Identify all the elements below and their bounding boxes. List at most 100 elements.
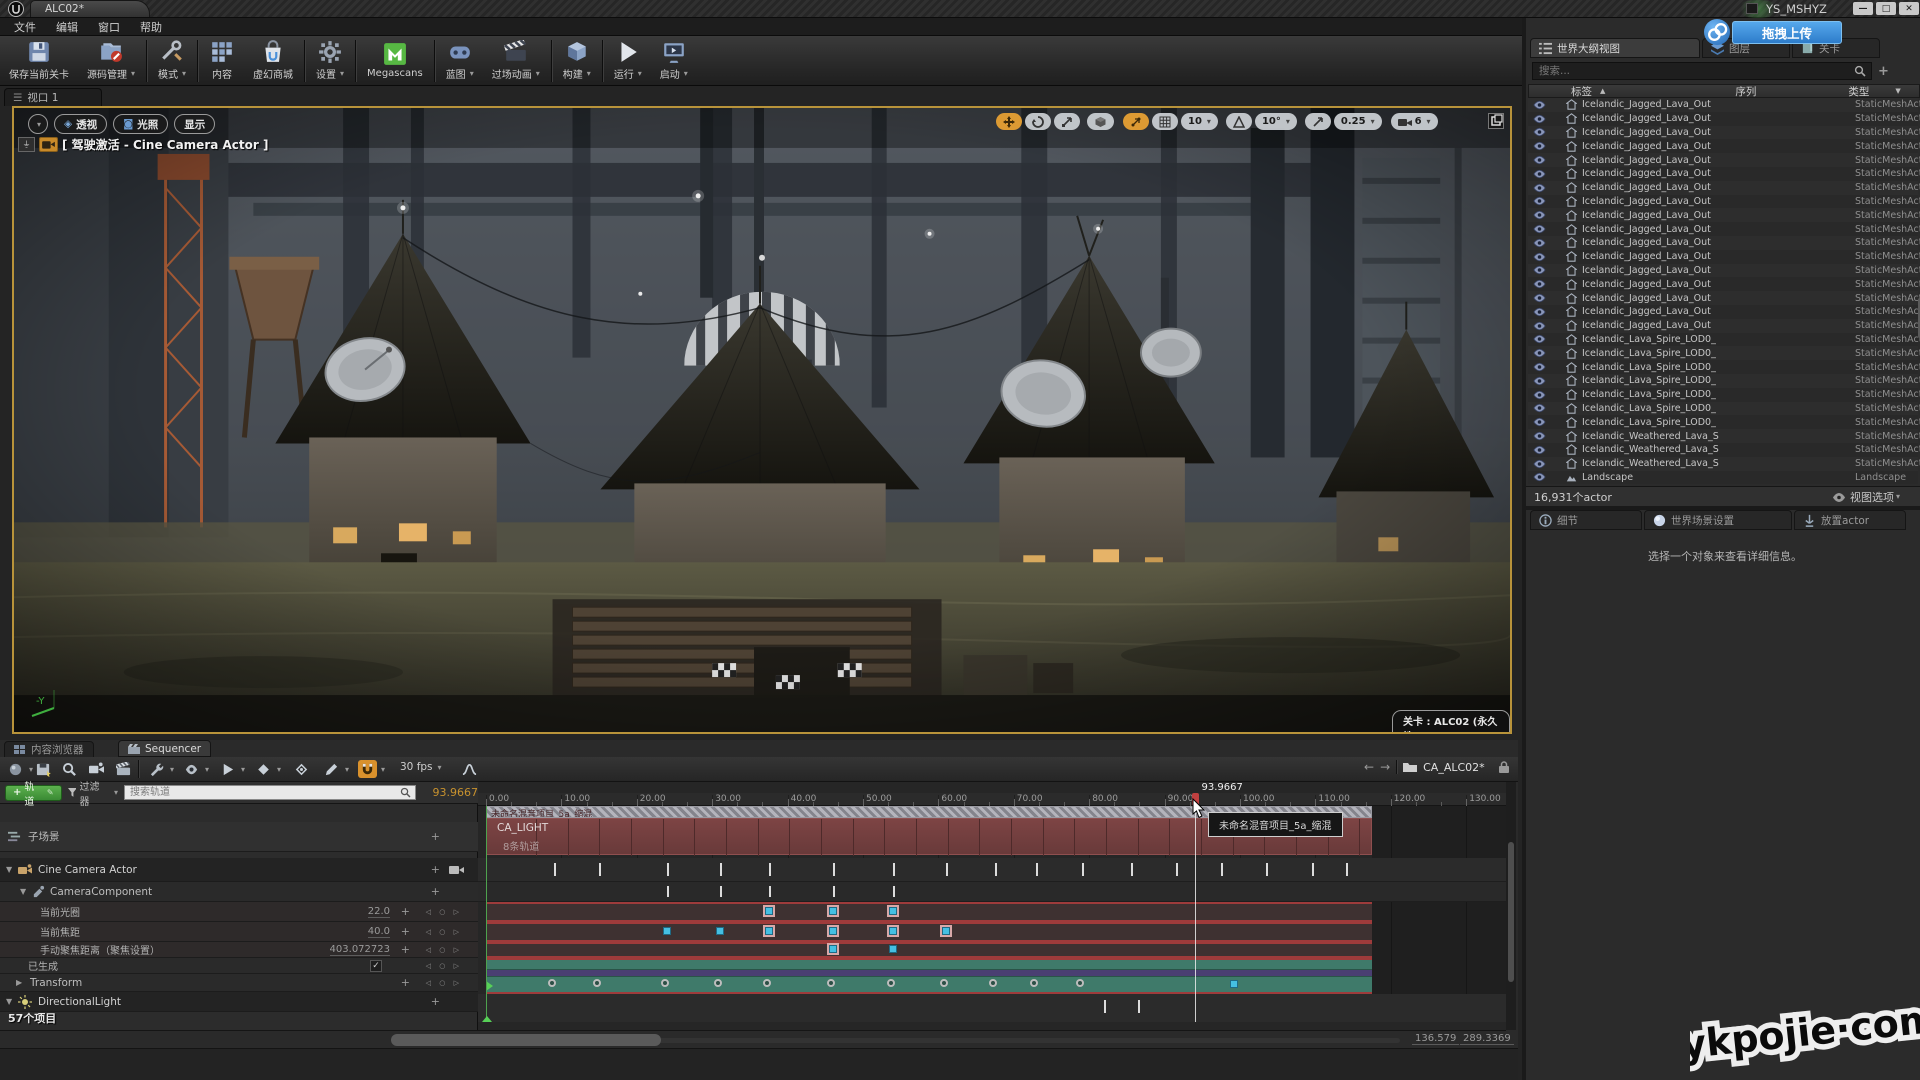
grid-icon[interactable] bbox=[1152, 113, 1178, 130]
keyframe-tick[interactable] bbox=[769, 863, 771, 876]
playhead-line[interactable] bbox=[1195, 795, 1196, 1022]
track-actor-row[interactable]: ▼Cine Camera Actor+ bbox=[0, 858, 478, 882]
outliner-row[interactable]: Icelandic_Jagged_Lava_OutStaticMeshActor bbox=[1528, 319, 1918, 333]
menu-1[interactable]: 编辑 bbox=[46, 18, 88, 36]
add-key-icon[interactable]: + bbox=[401, 925, 410, 938]
track-component-row[interactable]: ▼CameraComponent+ bbox=[0, 882, 478, 902]
transform-keyframe[interactable] bbox=[593, 979, 601, 987]
add-section-icon[interactable]: + bbox=[431, 830, 440, 843]
add-key-icon[interactable]: + bbox=[401, 976, 410, 989]
transform-keyframe[interactable] bbox=[548, 979, 556, 987]
fps-rate-button[interactable]: 30 fps▾ bbox=[400, 761, 442, 773]
spawned-track-row[interactable] bbox=[486, 958, 1372, 970]
create-camera-button[interactable] bbox=[87, 760, 106, 778]
viewport[interactable]: ▾ ◈ 透视 ◙ 光照 显示 ⏚ [ 驾驶激活 - Cine Camera Ac… bbox=[12, 106, 1512, 734]
visibility-eye-icon[interactable] bbox=[1533, 307, 1546, 317]
outliner-search-input[interactable] bbox=[1532, 62, 1872, 80]
outliner-row[interactable]: Icelandic_Jagged_Lava_OutStaticMeshActor bbox=[1528, 208, 1918, 222]
key-navigation[interactable]: ◁ ○ ▷ bbox=[426, 962, 462, 970]
visibility-eye-icon[interactable] bbox=[1533, 334, 1546, 344]
visibility-eye-icon[interactable] bbox=[1533, 224, 1546, 234]
keyframe-tick[interactable] bbox=[1131, 863, 1133, 876]
keyframe-tick[interactable] bbox=[554, 863, 556, 876]
expand-caret-icon[interactable]: ▼ bbox=[6, 997, 12, 1006]
outliner-row[interactable]: Icelandic_Weathered_Lava_SStaticMeshActo… bbox=[1528, 457, 1918, 471]
keyframe-tick[interactable] bbox=[599, 863, 601, 876]
keyframe-tick[interactable] bbox=[1104, 1000, 1106, 1013]
expand-caret-icon[interactable]: ▼ bbox=[6, 865, 12, 874]
visibility-eye-icon[interactable] bbox=[1533, 252, 1546, 262]
keyframe[interactable] bbox=[716, 927, 724, 935]
outliner-row[interactable]: Icelandic_Lava_Spire_LOD0_StaticMeshActo… bbox=[1528, 346, 1918, 360]
curve-editor-button[interactable] bbox=[460, 760, 479, 778]
minimize-button[interactable]: — bbox=[1853, 2, 1873, 15]
keyframe-selected[interactable] bbox=[829, 907, 837, 915]
transform-keyframe[interactable] bbox=[661, 979, 669, 987]
tab-place-actors[interactable]: 放置actor bbox=[1794, 510, 1906, 530]
keyframe-options-button[interactable] bbox=[254, 760, 273, 778]
visibility-eye-icon[interactable] bbox=[1533, 417, 1546, 427]
visibility-eye-icon[interactable] bbox=[1533, 210, 1546, 220]
focus-distance-track-row[interactable] bbox=[486, 942, 1372, 958]
current-time-field[interactable]: 93.9667 bbox=[433, 786, 479, 799]
timeline-vscroll-thumb[interactable] bbox=[1508, 842, 1514, 982]
sequence-options-button[interactable] bbox=[6, 760, 25, 778]
key-navigation[interactable]: ◁ ○ ▷ bbox=[426, 979, 462, 987]
timeline-vscroll[interactable] bbox=[1506, 782, 1516, 1030]
key-navigation[interactable]: ◁ ○ ▷ bbox=[426, 946, 462, 954]
track-bool-row[interactable]: 已生成✓◁ ○ ▷ bbox=[0, 958, 478, 974]
add-key-icon[interactable]: + bbox=[401, 943, 410, 956]
outliner-row[interactable]: Icelandic_Lava_Spire_LOD0_StaticMeshActo… bbox=[1528, 388, 1918, 402]
visibility-eye-icon[interactable] bbox=[1533, 169, 1546, 179]
keyframe-tick[interactable] bbox=[1138, 1000, 1140, 1013]
maximize-button[interactable]: □ bbox=[1876, 2, 1896, 15]
drag-upload-button[interactable]: 拖拽上传 bbox=[1732, 21, 1842, 44]
maximize-viewport-button[interactable] bbox=[1488, 113, 1504, 129]
visibility-eye-icon[interactable] bbox=[1533, 196, 1546, 206]
component-keys-row[interactable] bbox=[478, 882, 1506, 902]
outliner-row[interactable]: Icelandic_Weathered_Lava_SStaticMeshActo… bbox=[1528, 443, 1918, 457]
camera-lock-icon[interactable] bbox=[449, 864, 464, 876]
perspective-button[interactable]: ◈ 透视 bbox=[54, 114, 107, 134]
toolbar-settings-button[interactable]: 设置▾ bbox=[307, 36, 353, 86]
outliner-row[interactable]: LandscapeLandscape bbox=[1528, 471, 1918, 485]
visibility-eye-icon[interactable] bbox=[1533, 183, 1546, 193]
keyframe-tick[interactable] bbox=[893, 863, 895, 876]
transform-keyframe[interactable] bbox=[1030, 979, 1038, 987]
light-track-row[interactable] bbox=[478, 994, 1506, 1022]
breadcrumb-label[interactable]: CA_ALC02* bbox=[1423, 761, 1485, 774]
outliner-row[interactable]: Icelandic_Lava_Spire_LOD0_StaticMeshActo… bbox=[1528, 374, 1918, 388]
keyframe-selected[interactable] bbox=[765, 927, 773, 935]
grid-snap-toggle[interactable] bbox=[1123, 113, 1149, 130]
snap-button[interactable] bbox=[358, 760, 377, 778]
keyframe-tick[interactable] bbox=[833, 886, 835, 897]
outliner-row[interactable]: Icelandic_Jagged_Lava_OutStaticMeshActor bbox=[1528, 250, 1918, 264]
render-movie-button[interactable] bbox=[114, 760, 133, 778]
visibility-eye-icon[interactable] bbox=[1533, 376, 1546, 386]
timeline-ruler[interactable]: 0.0010.0020.0030.0040.0050.0060.0070.008… bbox=[478, 793, 1506, 806]
world-space-button[interactable] bbox=[1087, 113, 1114, 130]
spawned-checkbox[interactable]: ✓ bbox=[370, 960, 382, 972]
eject-pilot-button[interactable]: ⏚ bbox=[18, 137, 35, 152]
camera-speed-button[interactable]: 6▾ bbox=[1391, 113, 1438, 130]
tab-world-outliner[interactable]: 世界大纲视图 bbox=[1530, 38, 1700, 58]
lock-icon[interactable] bbox=[1499, 761, 1509, 773]
transform-keyframe[interactable] bbox=[827, 979, 835, 987]
show-button[interactable]: 显示 bbox=[174, 114, 215, 134]
keyframe-selected[interactable] bbox=[889, 907, 897, 915]
outliner-row[interactable]: Icelandic_Weathered_Lava_SStaticMeshActo… bbox=[1528, 429, 1918, 443]
visibility-eye-icon[interactable] bbox=[1533, 238, 1546, 248]
menu-3[interactable]: 帮助 bbox=[130, 18, 172, 36]
toolbar-cinematics-button[interactable]: 过场动画▾ bbox=[483, 36, 549, 86]
toolbar-marketplace-button[interactable]: 虚幻商城 bbox=[244, 36, 302, 86]
keyframe-tick[interactable] bbox=[1346, 863, 1348, 876]
move-tool-button[interactable] bbox=[996, 113, 1022, 130]
scale-snap-value[interactable]: 0.25▾ bbox=[1334, 113, 1382, 130]
outliner-row[interactable]: Icelandic_Lava_Spire_LOD0_StaticMeshActo… bbox=[1528, 360, 1918, 374]
grid-snap-value[interactable]: 10▾ bbox=[1181, 113, 1218, 130]
visibility-eye-icon[interactable] bbox=[1533, 141, 1546, 151]
outliner-row[interactable]: Icelandic_Lava_Spire_LOD0_StaticMeshActo… bbox=[1528, 333, 1918, 347]
working-range-end-field[interactable]: 289.3369 bbox=[1460, 1033, 1514, 1045]
keyframe-tick[interactable] bbox=[1176, 863, 1178, 876]
playback-options-button[interactable] bbox=[218, 760, 237, 778]
